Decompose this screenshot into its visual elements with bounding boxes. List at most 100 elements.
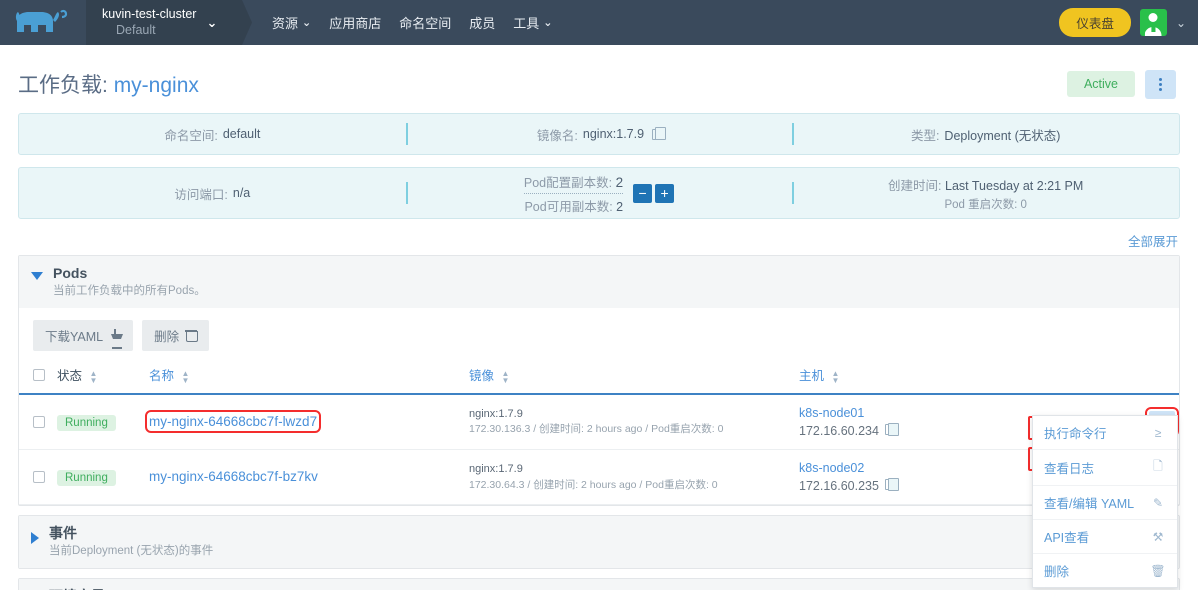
events-section-subtitle: 当前Deployment (无状态)的事件 [49,545,214,558]
triangle-down-icon [31,272,43,280]
triangle-right-icon [31,532,39,545]
info-image-label: 镜像名: [536,128,578,143]
sort-icon: ▲ ▼ [181,368,190,385]
cluster-selector[interactable]: kuvin-test-cluster Default ⌄ [86,0,252,45]
column-header-image-label: 镜像 [469,368,495,383]
app-logo[interactable] [0,0,86,45]
nav-item-appstore-label: 应用商店 [329,16,382,31]
pods-section-subtitle: 当前工作负载中的所有Pods。 [53,284,206,297]
info-card-row-1: 命名空间: default 镜像名: nginx:1.7.9 类型: Deplo… [18,113,1180,155]
chevron-down-icon[interactable]: ⌄ [1176,16,1186,30]
nav-item-appstore[interactable]: 应用商店 [329,13,381,32]
download-yaml-button[interactable]: 下载YAML [33,319,134,351]
row-status-cell: Running [53,449,145,506]
menu-item-api-view[interactable]: API查看 ⚒ [1033,520,1177,554]
menu-item-view-logs-label: 查看日志 [1044,462,1095,476]
restart-label: Pod 重启次数: [944,198,1018,211]
cluster-selector-text: kuvin-test-cluster Default [102,7,196,38]
events-section-titles: 事件 当前Deployment (无状态)的事件 [49,524,213,559]
copy-icon[interactable] [885,477,900,491]
menu-item-view-edit-yaml[interactable]: 查看/编辑 YAML ✎ [1033,486,1177,520]
menu-item-delete[interactable]: 删除 🗑 [1033,554,1177,587]
replica-configured: Pod配置副本数: 2 [523,172,624,194]
nav-item-namespace-label: 命名空间 [399,16,452,31]
info-image: 镜像名: nginx:1.7.9 [406,114,793,154]
delete-label: 删除 [154,329,180,344]
select-all-checkbox[interactable] [33,369,45,382]
delete-button[interactable]: 删除 [142,319,210,351]
row-image-cell: nginx:1.7.9 172.30.136.3 / 创建时间: 2 hours… [465,393,795,451]
pods-section-header[interactable]: Pods 当前工作负载中的所有Pods。 [19,256,1179,308]
events-section: 事件 当前Deployment (无状态)的事件 [18,515,1180,570]
replica-increase-button[interactable]: + [655,183,675,203]
pod-image-name: nginx:1.7.9 [469,462,523,475]
column-header-status[interactable]: 状态 ▲ ▼ [53,360,145,395]
replica-configured-label: Pod配置副本数: [523,175,613,190]
menu-item-view-logs[interactable]: 查看日志 🗋 [1033,450,1177,486]
info-namespace: 命名空间: default [19,114,406,154]
info-namespace-label: 命名空间: [164,128,218,143]
column-header-name[interactable]: 名称 ▲ ▼ [145,360,465,395]
row-checkbox[interactable] [33,471,45,484]
top-navbar: kuvin-test-cluster Default ⌄ 资源 ⌄ 应用商店 命… [0,0,1198,45]
dashboard-button[interactable]: 仪表盘 [1059,8,1131,37]
page-title-actions: Active [1066,69,1176,99]
nav-item-members[interactable]: 成员 [469,13,495,32]
pods-section: Pods 当前工作负载中的所有Pods。 下载YAML 删除 状态 ▲ ▼ 名称… [18,255,1180,507]
page-titlebar: 工作负载: my-nginx Active [0,45,1198,113]
status-badge: Running [57,470,116,487]
events-section-header[interactable]: 事件 当前Deployment (无状态)的事件 [19,516,1179,569]
wrench-icon: ⚒ [1152,529,1164,544]
pencil-icon: ✎ [1152,495,1164,510]
status-badge: Active [1066,71,1135,97]
replica-block: Pod配置副本数: 2 Pod可用副本数: 2 − + [523,172,675,215]
sort-icon: ▲ ▼ [501,368,510,385]
row-checkbox[interactable] [33,415,45,428]
pod-name-link[interactable]: my-nginx-64668cbc7f-lwzd7 [144,410,322,434]
info-type-value: Deployment (无状态) [944,128,1061,143]
column-header-host[interactable]: 主机 ▲ ▼ [795,360,1119,395]
pods-section-title: Pods [53,265,88,281]
select-all-header [19,360,53,395]
nav-right-group: 仪表盘 ⌄ [1059,0,1198,45]
rancher-cow-logo-icon [15,9,68,32]
env-section: 环境变量 工作负载配置的环境变量 [18,578,1180,590]
replica-available-label: Pod可用副本数: [524,199,613,214]
info-namespace-value: default [222,127,261,141]
user-avatar-icon[interactable] [1139,9,1167,36]
terminal-icon: ≥ [1154,425,1162,440]
chevron-down-icon: ⌄ [543,17,553,29]
column-header-actions [1119,360,1179,395]
sort-icon: ▲ ▼ [89,368,98,385]
menu-item-execute-shell[interactable]: 执行命令行 ≥ [1033,416,1177,450]
replica-decrease-button[interactable]: − [633,183,653,203]
replica-configured-value: 2 [615,174,624,190]
copy-icon[interactable] [652,127,667,140]
nav-item-namespace[interactable]: 命名空间 [399,13,451,32]
pod-image-name: nginx:1.7.9 [469,407,523,420]
nav-item-members-label: 成员 [469,16,496,31]
column-header-image[interactable]: 镜像 ▲ ▼ [465,360,795,395]
expand-all-link[interactable]: 全部展开 [0,231,1198,255]
workload-actions-button[interactable] [1145,69,1176,99]
row-select-cell [19,449,53,506]
nav-item-resources-label: 资源 [272,16,299,31]
nav-item-tools[interactable]: 工具 ⌄ [513,13,552,32]
pod-name-link[interactable]: my-nginx-64668cbc7f-bz7kv [149,469,318,484]
events-section-title: 事件 [49,525,77,542]
table-row: Running my-nginx-64668cbc7f-lwzd7 nginx:… [19,393,1179,451]
pods-toolbar: 下载YAML 删除 [19,308,1179,361]
pods-table: 状态 ▲ ▼ 名称 ▲ ▼ 镜像 ▲ ▼ 主机 ▲ ▼ Running my-n… [19,360,1179,506]
pods-table-header-row: 状态 ▲ ▼ 名称 ▲ ▼ 镜像 ▲ ▼ 主机 ▲ ▼ [19,360,1179,395]
chevron-down-icon: ⌄ [206,14,218,30]
page-title-prefix: 工作负载 [18,74,102,97]
cluster-project: Default [116,22,156,37]
nav-item-resources[interactable]: 资源 ⌄ [272,13,311,32]
row-status-cell: Running [53,393,145,451]
info-created: 创建时间: Last Tuesday at 2:21 PM Pod 重启次数: … [792,168,1179,218]
env-section-header[interactable]: 环境变量 工作负载配置的环境变量 [19,579,1179,590]
trash-icon: 🗑 [1150,563,1166,578]
copy-icon[interactable] [885,422,900,436]
restart-value: 0 [1020,198,1027,211]
sort-icon: ▲ ▼ [831,368,840,385]
